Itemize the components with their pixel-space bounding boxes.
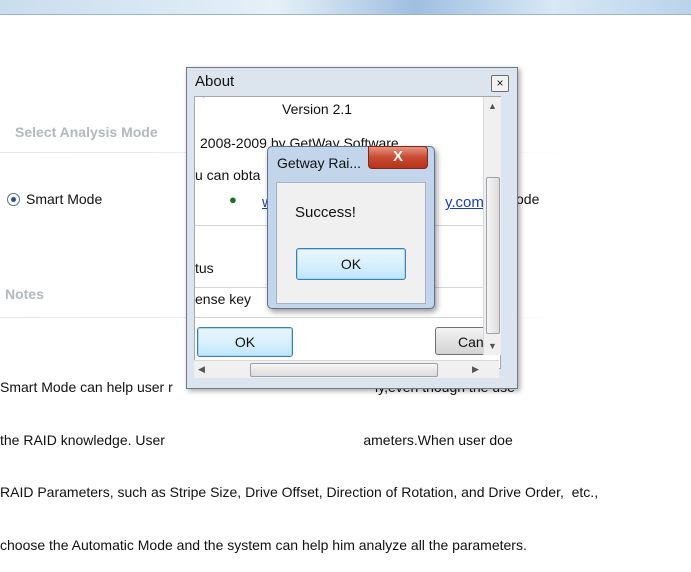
globe-icon: ● <box>229 192 237 207</box>
obtain-text: u can obta <box>195 167 261 183</box>
scroll-left-icon[interactable]: ◀ <box>198 364 205 375</box>
message-box-title: Getway Rai... <box>277 155 362 171</box>
status-label: tus <box>195 260 214 276</box>
version-text: Version 2.1 <box>282 101 353 117</box>
scroll-down-icon[interactable]: ▼ <box>488 341 497 351</box>
notes-section-title: Notes <box>5 286 44 302</box>
notes-line: the RAID knowledge. User ameters.When us… <box>0 431 513 448</box>
other-mode-label: ode <box>516 191 540 207</box>
scroll-up-icon[interactable]: ▲ <box>488 101 497 111</box>
message-box-close-button[interactable]: X <box>368 146 428 169</box>
vertical-scrollbar[interactable]: ▲ ▼ <box>483 97 501 355</box>
message-box-dialog: Getway Rai... X Success! OK <box>267 146 435 309</box>
about-dialog-title: About <box>195 73 235 90</box>
top-banner <box>0 0 691 15</box>
smart-mode-radio[interactable] <box>7 192 20 206</box>
horizontal-scroll-thumb[interactable] <box>250 363 438 377</box>
smart-mode-option[interactable]: Smart Mode <box>7 191 102 207</box>
about-ok-button[interactable]: OK <box>197 327 293 357</box>
smart-mode-label: Smart Mode <box>26 191 103 207</box>
analysis-mode-section-title: Select Analysis Mode <box>15 124 158 140</box>
notes-line: choose the Automatic Mode and the system… <box>0 536 527 553</box>
message-ok-button[interactable]: OK <box>296 248 406 280</box>
license-key-label: ense key <box>195 291 252 307</box>
message-box-content: Success! OK <box>276 182 426 304</box>
vertical-scroll-thumb[interactable] <box>486 177 500 334</box>
about-close-button[interactable]: × <box>491 75 509 92</box>
scroll-right-icon[interactable]: ▶ <box>472 364 479 375</box>
success-message: Success! <box>295 204 356 221</box>
notes-line: RAID Parameters, such as Stripe Size, Dr… <box>0 484 599 500</box>
website-link-right[interactable]: y.com <box>445 194 484 211</box>
about-separator <box>195 317 495 318</box>
app-logo-icon: ◒ <box>200 97 207 101</box>
horizontal-scrollbar[interactable]: ◀ ▶ <box>194 360 499 378</box>
